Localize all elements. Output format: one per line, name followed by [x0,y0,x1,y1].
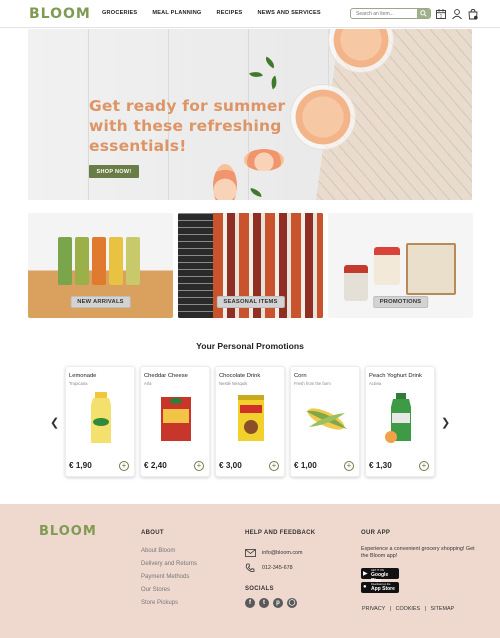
category-new-arrivals[interactable]: NEW ARRIVALS [28,213,173,318]
footer-heading-help: HELP AND FEEDBACK [245,530,316,536]
product-card[interactable]: Corn Fresh from the farm € 1,00 + [290,366,360,477]
footer-heading-about: ABOUT [141,530,164,536]
add-to-cart-button[interactable]: + [194,461,204,471]
category-label[interactable]: SEASONAL ITEMS [216,296,285,308]
chocolate-drink-can-image [238,395,264,441]
product-name: Corn [294,373,307,379]
apple-icon: ● [363,584,367,590]
carousel-next-button[interactable]: ❯ [441,416,450,429]
pinterest-icon[interactable]: p [273,598,283,608]
product-price: € 1,90 [69,461,92,470]
product-price: € 3,00 [219,461,242,470]
footer-email[interactable]: info@bloom.com [262,550,303,556]
nav-news-and-services[interactable]: NEWS AND SERVICES [257,10,320,16]
product-card[interactable]: Chocolate Drink Nestlé Nesquik € 3,00 + [215,366,285,477]
cheese-package-image [161,397,191,441]
add-to-cart-button[interactable]: + [269,461,279,471]
search-icon [420,10,427,17]
category-promotions[interactable]: PROMOTIONS [328,213,473,318]
shopping-bag-icon[interactable] [467,8,479,20]
footer-link-payment-methods[interactable]: Payment Methods [141,574,189,580]
phone-icon [245,563,255,572]
twitter-icon[interactable]: t [259,598,269,608]
product-card[interactable]: Peach Yoghurt Drink Activia € 1,30 + [365,366,435,477]
category-seasonal-items[interactable]: SEASONAL ITEMS [178,213,323,318]
facebook-icon[interactable]: f [245,598,255,608]
product-brand: Activia [369,381,382,386]
mail-icon [245,549,256,557]
instagram-icon[interactable]: ◯ [287,598,297,608]
footer-link-delivery-returns[interactable]: Delivery and Returns [141,561,197,567]
nav-recipes[interactable]: RECIPES [217,10,243,16]
privacy-link[interactable]: PRIVACY [362,606,385,612]
grapefruit-slice [213,164,237,200]
product-price: € 1,00 [294,461,317,470]
product-card[interactable]: Lemonade Tropicana € 1,90 + [65,366,135,477]
footer-heading-socials: SOCIALS [245,586,274,592]
category-label[interactable]: NEW ARRIVALS [70,296,131,308]
footer-link-about-bloom[interactable]: About Bloom [141,548,175,554]
category-label[interactable]: PROMOTIONS [372,296,429,308]
footer-link-store-pickups[interactable]: Store Pickups [141,600,178,606]
product-brand: Fresh from the farm [294,381,331,386]
product-name: Cheddar Cheese [144,373,188,379]
app-store-button[interactable]: ● Download on the App Store [361,582,399,593]
search-button[interactable] [417,9,430,18]
google-play-button[interactable]: ▶ GET IT ON Google Play [361,568,399,584]
search-input[interactable]: Search an item... [350,8,431,19]
add-to-cart-button[interactable]: + [344,461,354,471]
header: BLOOM GROCERIES MEAL PLANNING RECIPES NE… [0,0,500,28]
svg-text:1: 1 [440,14,443,19]
logo[interactable]: BLOOM [29,6,91,22]
google-play-icon: ▶ [363,571,368,577]
product-brand: Nestlé Nesquik [219,381,248,386]
carousel-prev-button[interactable]: ❮ [50,416,59,429]
lemonade-bottle-image [91,392,111,443]
section-title: Your Personal Promotions [196,341,304,351]
legal-links: PRIVACY | COOKIES | SITEMAP [362,606,455,612]
add-to-cart-button[interactable]: + [119,461,129,471]
product-brand: Arla [144,381,152,386]
nav-groceries[interactable]: GROCERIES [102,10,137,16]
corn-image [306,408,347,430]
shop-now-button[interactable]: SHOP NOW! [89,165,139,178]
calendar-icon[interactable]: 1 [435,8,447,20]
product-card[interactable]: Cheddar Cheese Arla € 2,40 + [140,366,210,477]
page: BLOOM GROCERIES MEAL PLANNING RECIPES NE… [0,0,500,638]
sitemap-link[interactable]: SITEMAP [431,606,455,612]
product-price: € 1,30 [369,461,392,470]
product-name: Lemonade [69,373,97,379]
footer-logo[interactable]: BLOOM [39,524,97,539]
add-to-cart-button[interactable]: + [419,461,429,471]
user-icon[interactable] [451,8,463,20]
product-name: Chocolate Drink [219,373,261,379]
main-nav: GROCERIES MEAL PLANNING RECIPES NEWS AND… [102,10,336,16]
search-placeholder: Search an item... [356,11,394,17]
footer-heading-app: OUR APP [361,530,391,536]
juice-glass [290,84,356,150]
footer-app-text: Experience a convenient grocery shopping… [361,546,475,559]
yoghurt-drink-bottle-image [385,393,411,443]
footer-phone[interactable]: 012-345-678 [262,565,293,571]
cookies-link[interactable]: COOKIES [396,606,421,612]
footer-link-our-stores[interactable]: Our Stores [141,587,170,593]
product-price: € 2,40 [144,461,167,470]
product-brand: Tropicana [69,381,88,386]
hero-banner: Get ready for summer with these refreshi… [28,29,472,200]
nav-meal-planning[interactable]: MEAL PLANNING [152,10,201,16]
product-name: Peach Yoghurt Drink [369,373,422,379]
hero-title: Get ready for summer with these refreshi… [89,97,286,155]
